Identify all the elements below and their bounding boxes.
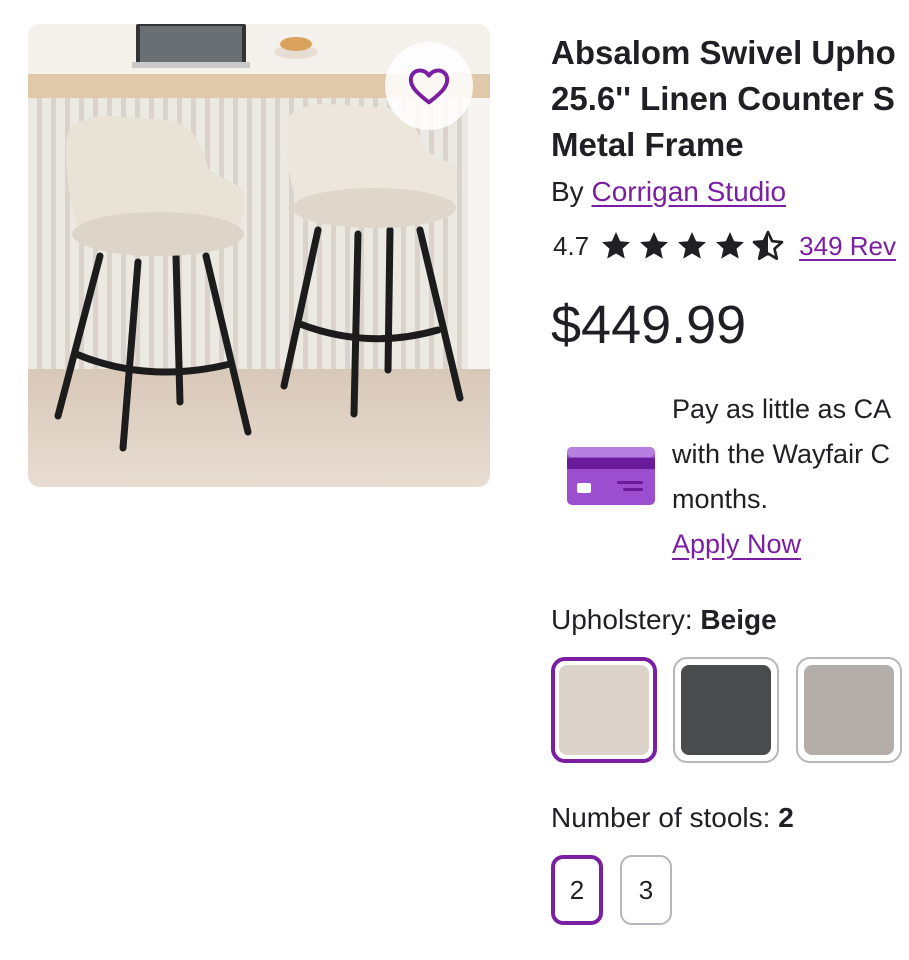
stools-label-text: Number of stools: (551, 802, 771, 833)
rating-value: 4.7 (553, 230, 590, 261)
star-full-icon (716, 232, 745, 259)
swatch-light-gray[interactable] (796, 657, 902, 763)
swatch-fill (559, 665, 649, 755)
upholstery-label: Upholstery: Beige (551, 600, 777, 640)
upholstery-selected-value: Beige (700, 604, 777, 635)
stools-label: Number of stools: 2 (551, 798, 794, 838)
title-line: Metal Frame (551, 126, 744, 163)
heart-outline-icon (408, 68, 450, 105)
star-full-icon (678, 232, 707, 259)
credit-card-icon (567, 447, 655, 505)
stool-option-2[interactable]: 2 (551, 855, 603, 925)
star-full-icon (640, 232, 669, 259)
product-title: Absalom Swivel Upho 25.6'' Linen Counter… (551, 30, 909, 168)
favorite-button[interactable] (385, 42, 473, 130)
financing-line: Pay as little as CA (672, 394, 892, 424)
swatch-fill (804, 665, 894, 755)
price: $449.99 (551, 295, 747, 355)
reviews-link[interactable]: 349 Rev (799, 231, 896, 262)
star-partial-icon (752, 230, 784, 260)
star-full-icon (602, 232, 631, 259)
rating-row: 4.7 349 Rev (553, 224, 909, 268)
stools-selected-value: 2 (778, 802, 794, 833)
brand-link[interactable]: Corrigan Studio (591, 176, 786, 207)
byline: By Corrigan Studio (551, 172, 786, 212)
swatch-beige[interactable] (551, 657, 657, 763)
financing-offer: Pay as little as CA with the Wayfair C m… (672, 387, 909, 567)
title-line: Absalom Swivel Upho (551, 34, 896, 71)
by-prefix: By (551, 176, 584, 207)
upholstery-label-text: Upholstery: (551, 604, 693, 635)
star-rating (599, 230, 785, 262)
title-line: 25.6'' Linen Counter S (551, 80, 895, 117)
swatch-fill (681, 665, 771, 755)
apply-now-link[interactable]: Apply Now (672, 529, 801, 559)
swatch-dark-gray[interactable] (673, 657, 779, 763)
financing-line: with the Wayfair C (672, 439, 891, 469)
financing-line: months. (672, 484, 769, 514)
stool-option-3[interactable]: 3 (620, 855, 672, 925)
